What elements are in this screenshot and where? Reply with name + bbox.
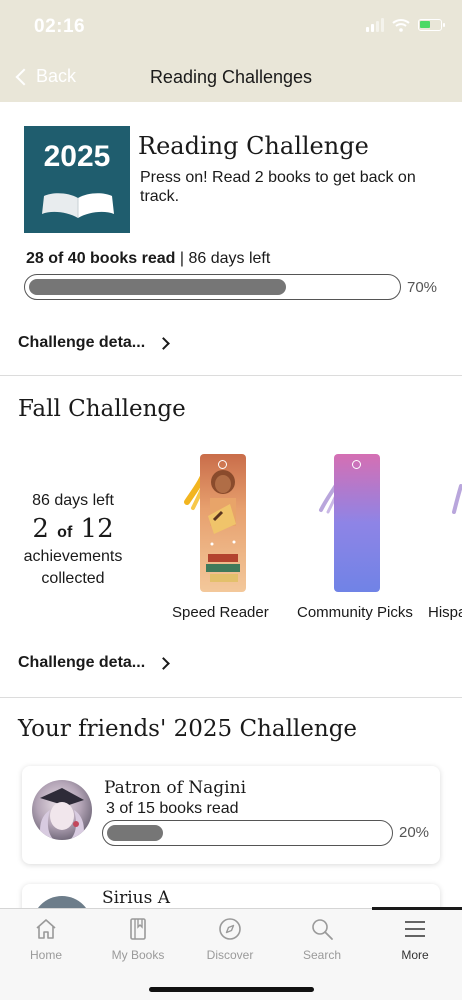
status-icons (366, 18, 445, 32)
badge-label-speed-reader: Speed Reader (172, 604, 269, 621)
avatar-illustration-icon (40, 788, 84, 840)
books-read-count: 28 of 40 books read (26, 250, 176, 267)
books-read-summary: 28 of 40 books read | 86 days left (26, 250, 270, 268)
home-indicator (149, 987, 314, 992)
avatar (32, 780, 92, 840)
challenge-subtitle: Press on! Read 2 books to get back on tr… (140, 169, 416, 205)
tab-search[interactable]: Search (276, 909, 368, 969)
challenge-year: 2025 (43, 140, 111, 173)
challenge-title: Reading Challenge (138, 132, 369, 160)
friend-progress-bar (102, 820, 393, 846)
bookmark-hole (218, 460, 227, 469)
achievements-total: 12 (80, 514, 114, 544)
achievements-collected: 2 (32, 514, 49, 544)
challenge-cover[interactable]: 2025 (24, 126, 130, 233)
badge-label-hispanic: Hispa (428, 604, 462, 621)
fall-challenge-section: Fall Challenge 86 days left 2 of 12 achi… (0, 376, 462, 698)
search-icon (312, 919, 333, 940)
tab-bar: Home My Books Discover Search More (0, 907, 462, 1000)
friend-name: Sirius A (102, 888, 170, 908)
friends-section-title: Your friends' 2025 Challenge (18, 716, 358, 742)
friend-name: Patron of Nagini (104, 778, 247, 798)
tab-home-label: Home (29, 948, 62, 962)
fall-challenge-details-link[interactable]: Challenge deta... (18, 654, 171, 672)
reader-illustration-icon (206, 470, 240, 582)
status-bar: 02:16 (0, 0, 462, 54)
summary-separator: | (179, 250, 184, 267)
fall-challenge-title: Fall Challenge (18, 396, 186, 422)
avatar (32, 896, 92, 908)
tassel-icon (452, 484, 462, 514)
nav-bar: Back Reading Challenges (0, 54, 462, 102)
tab-my-books-label: My Books (111, 948, 165, 962)
challenge-progress-fill (29, 279, 286, 295)
chevron-right-icon (157, 656, 171, 670)
achievements-of: of (57, 524, 73, 541)
tab-search-label: Search (302, 948, 342, 962)
open-book-icon (42, 193, 114, 218)
tab-home[interactable]: Home (0, 909, 92, 969)
friends-challenge-section: Your friends' 2025 Challenge Patron of N… (0, 698, 462, 908)
friend-progress-fill (107, 825, 163, 841)
speed-reader-bookmark[interactable] (200, 454, 246, 592)
reading-challenge-section: 2025 Reading Challenge Press on! Read 2 … (0, 102, 462, 376)
compass-icon (219, 918, 241, 940)
badge-label-community-picks: Community Picks (297, 604, 413, 621)
challenge-progress-bar (24, 274, 401, 300)
friend-card[interactable]: Patron of Nagini 3 of 15 books read 20% (22, 766, 440, 864)
page-title: Reading Challenges (149, 67, 313, 87)
menu-icon (405, 921, 425, 937)
chevron-right-icon (157, 336, 171, 350)
tab-discover[interactable]: Discover (184, 909, 276, 969)
wifi-icon (392, 19, 410, 32)
friend-books-read: 3 of 15 books read (106, 800, 239, 817)
fall-challenge-details-label: Challenge deta... (18, 654, 146, 671)
friend-card[interactable]: Sirius A (22, 884, 440, 908)
fall-days-left: 86 days left (32, 492, 114, 509)
community-picks-bookmark[interactable] (334, 454, 380, 592)
tab-discover-label: Discover (206, 948, 254, 962)
bookmark-hole (352, 460, 361, 469)
book-icon (130, 918, 146, 940)
fall-challenge-stats: 86 days left 2 of 12 achievements collec… (10, 492, 136, 590)
tab-more-label: More (401, 948, 429, 962)
days-left: 86 days left (188, 250, 271, 267)
home-icon (36, 919, 56, 939)
challenge-progress-percent: 70% (407, 279, 438, 296)
achievements-count: 2 of 12 (10, 514, 136, 544)
battery-icon (418, 19, 445, 31)
challenge-details-link[interactable]: Challenge deta... (18, 334, 171, 352)
achievements-label: achievements collected (23, 548, 123, 587)
tab-more[interactable]: More (369, 909, 461, 969)
friend-progress-percent: 20% (399, 824, 430, 841)
signal-icon (366, 18, 384, 32)
tab-my-books[interactable]: My Books (92, 909, 184, 969)
status-time: 02:16 (34, 16, 86, 37)
challenge-details-label: Challenge deta... (18, 334, 146, 351)
